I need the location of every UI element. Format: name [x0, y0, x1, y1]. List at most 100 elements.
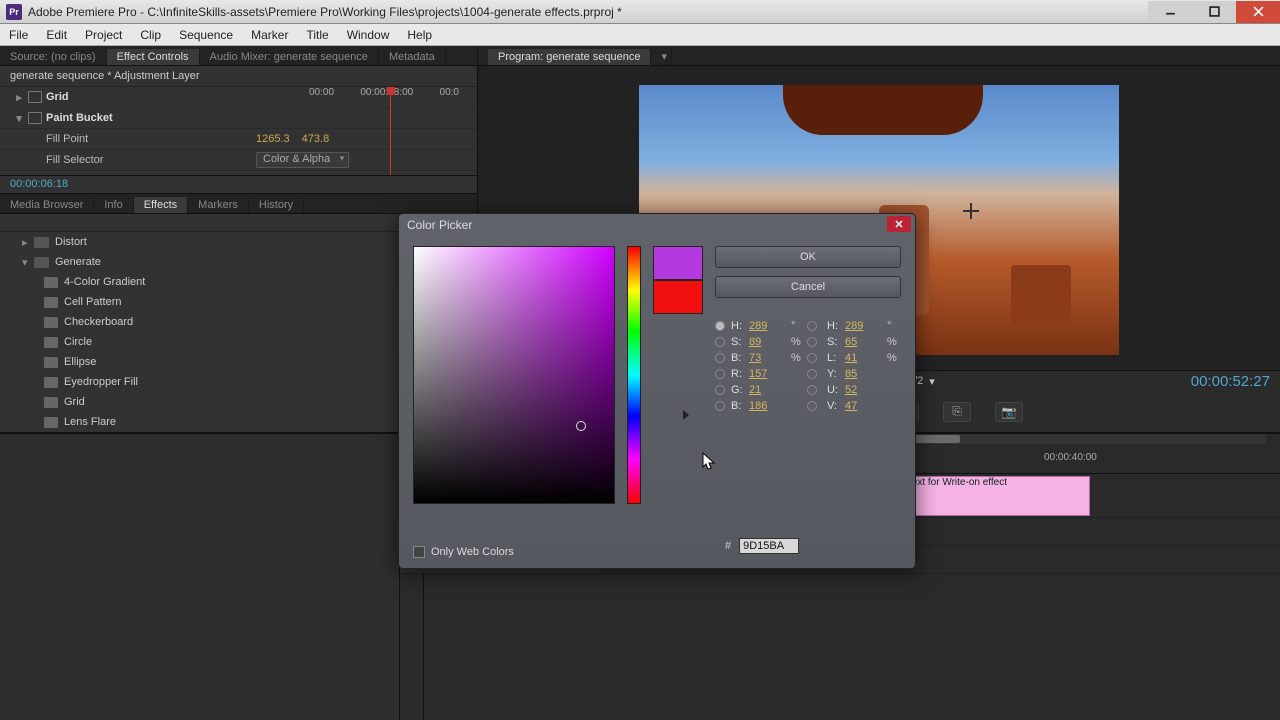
group-paint-bucket[interactable]: Paint Bucket — [46, 112, 226, 124]
folder-icon — [34, 237, 49, 248]
effect-eyedropper[interactable]: Eyedropper Fill — [64, 376, 138, 388]
tab-source[interactable]: Source: (no clips) — [0, 49, 107, 65]
radio-s2[interactable] — [807, 337, 817, 347]
fill-point-y[interactable]: 473.8 — [302, 133, 330, 145]
group-grid[interactable]: Grid — [46, 91, 226, 103]
only-web-colors-checkbox[interactable] — [413, 546, 425, 558]
tab-markers[interactable]: Markers — [188, 197, 249, 213]
dialog-close-button[interactable]: ✕ — [887, 216, 911, 232]
radio-y[interactable] — [807, 369, 817, 379]
new-color-swatch — [653, 246, 703, 280]
radio-b[interactable] — [715, 353, 725, 363]
menu-window[interactable]: Window — [338, 28, 399, 42]
effect-circle[interactable]: Circle — [64, 336, 92, 348]
radio-l[interactable] — [807, 353, 817, 363]
window-titlebar: Pr Adobe Premiere Pro - C:\InfiniteSkill… — [0, 0, 1280, 24]
tab-program[interactable]: Program: generate sequence — [488, 49, 651, 65]
sv-cursor[interactable] — [576, 421, 586, 431]
fx-icon[interactable] — [28, 112, 42, 124]
window-title: Adobe Premiere Pro - C:\InfiniteSkills-a… — [28, 5, 1148, 19]
minimize-button[interactable] — [1148, 1, 1192, 23]
tab-history[interactable]: History — [249, 197, 304, 213]
ec-timecode[interactable]: 00:00:06:18 — [10, 178, 68, 190]
effect-ellipse[interactable]: Ellipse — [64, 356, 96, 368]
menu-clip[interactable]: Clip — [131, 28, 170, 42]
effect-icon — [44, 337, 58, 348]
radio-b2[interactable] — [715, 401, 725, 411]
twirl-icon[interactable]: ▸ — [14, 175, 24, 176]
fx-icon[interactable] — [28, 91, 42, 103]
effect-cell[interactable]: Cell Pattern — [64, 296, 121, 308]
folder-generate[interactable]: Generate — [55, 256, 101, 268]
hsl-l[interactable]: 41 — [845, 352, 885, 364]
twirl-icon[interactable]: ▸ — [14, 91, 24, 104]
effect-icon — [44, 417, 58, 428]
twirl-icon[interactable]: ▾ — [14, 112, 24, 125]
radio-s[interactable] — [715, 337, 725, 347]
program-dropdown-icon[interactable]: ▾ — [651, 48, 672, 65]
rgb-b[interactable]: 186 — [749, 400, 789, 412]
menu-title[interactable]: Title — [297, 28, 337, 42]
hex-input[interactable] — [739, 538, 799, 554]
folder-icon — [34, 257, 49, 268]
effect-4color[interactable]: 4-Color Gradient — [64, 276, 145, 288]
hsb-b[interactable]: 73 — [749, 352, 789, 364]
clip-label: text for Write-on effect — [909, 477, 1007, 488]
hsb-h[interactable]: 289 — [749, 320, 789, 332]
source-panel-tabs: Source: (no clips) Effect Controls Audio… — [0, 46, 477, 66]
rgb-r[interactable]: 157 — [749, 368, 789, 380]
menu-help[interactable]: Help — [398, 28, 441, 42]
tab-info[interactable]: Info — [94, 197, 133, 213]
hue-cursor-icon[interactable] — [683, 410, 689, 420]
tab-audio-mixer[interactable]: Audio Mixer: generate sequence — [200, 49, 379, 65]
chevron-down-icon[interactable]: ▾ — [929, 375, 935, 388]
radio-u[interactable] — [807, 385, 817, 395]
program-panel-tabs: Program: generate sequence ▾ — [478, 46, 1280, 66]
hue-slider[interactable] — [627, 246, 641, 504]
export-frame-button[interactable]: ⎘ — [943, 402, 971, 422]
lower-panel-tabs: Media Browser Info Effects Markers Histo… — [0, 194, 477, 214]
saturation-value-field[interactable] — [413, 246, 615, 504]
ec-playhead[interactable] — [390, 87, 391, 175]
fill-selector-dropdown[interactable]: Color & Alpha — [256, 152, 349, 168]
menu-file[interactable]: File — [0, 28, 37, 42]
window-close-button[interactable] — [1236, 1, 1280, 23]
effect-lensflare[interactable]: Lens Flare — [64, 416, 116, 428]
radio-h2[interactable] — [807, 321, 817, 331]
hsb-s[interactable]: 89 — [749, 336, 789, 348]
tab-metadata[interactable]: Metadata — [379, 49, 446, 65]
radio-r[interactable] — [715, 369, 725, 379]
folder-distort[interactable]: Distort — [55, 236, 87, 248]
effect-icon — [44, 317, 58, 328]
tab-media-browser[interactable]: Media Browser — [0, 197, 94, 213]
tab-effect-controls[interactable]: Effect Controls — [107, 49, 200, 65]
ok-button[interactable]: OK — [715, 246, 901, 268]
yuv-y[interactable]: 85 — [845, 368, 885, 380]
prop-fill-point: Fill Point — [46, 133, 226, 145]
radio-h[interactable] — [715, 321, 725, 331]
effect-icon — [44, 297, 58, 308]
rgb-g[interactable]: 21 — [749, 384, 789, 396]
maximize-button[interactable] — [1192, 1, 1236, 23]
menu-marker[interactable]: Marker — [242, 28, 297, 42]
yuv-v[interactable]: 47 — [845, 400, 885, 412]
menu-project[interactable]: Project — [76, 28, 131, 42]
effect-icon — [44, 397, 58, 408]
menu-edit[interactable]: Edit — [37, 28, 76, 42]
effect-grid[interactable]: Grid — [64, 396, 85, 408]
menu-sequence[interactable]: Sequence — [170, 28, 242, 42]
old-color-swatch[interactable] — [653, 280, 703, 314]
tab-effects[interactable]: Effects — [134, 197, 188, 213]
hsl-h[interactable]: 289 — [845, 320, 885, 332]
clip-text[interactable]: text for Write-on effect — [904, 476, 1090, 516]
dialog-title: Color Picker — [399, 214, 915, 236]
effect-checker[interactable]: Checkerboard — [64, 316, 133, 328]
cancel-button[interactable]: Cancel — [715, 276, 901, 298]
radio-v[interactable] — [807, 401, 817, 411]
yuv-u[interactable]: 52 — [845, 384, 885, 396]
radio-g[interactable] — [715, 385, 725, 395]
hsl-s[interactable]: 65 — [845, 336, 885, 348]
fill-point-x[interactable]: 1265.3 — [256, 133, 290, 145]
ec-t2: 00:0 — [440, 87, 459, 101]
snapshot-button[interactable]: 📷 — [995, 402, 1023, 422]
